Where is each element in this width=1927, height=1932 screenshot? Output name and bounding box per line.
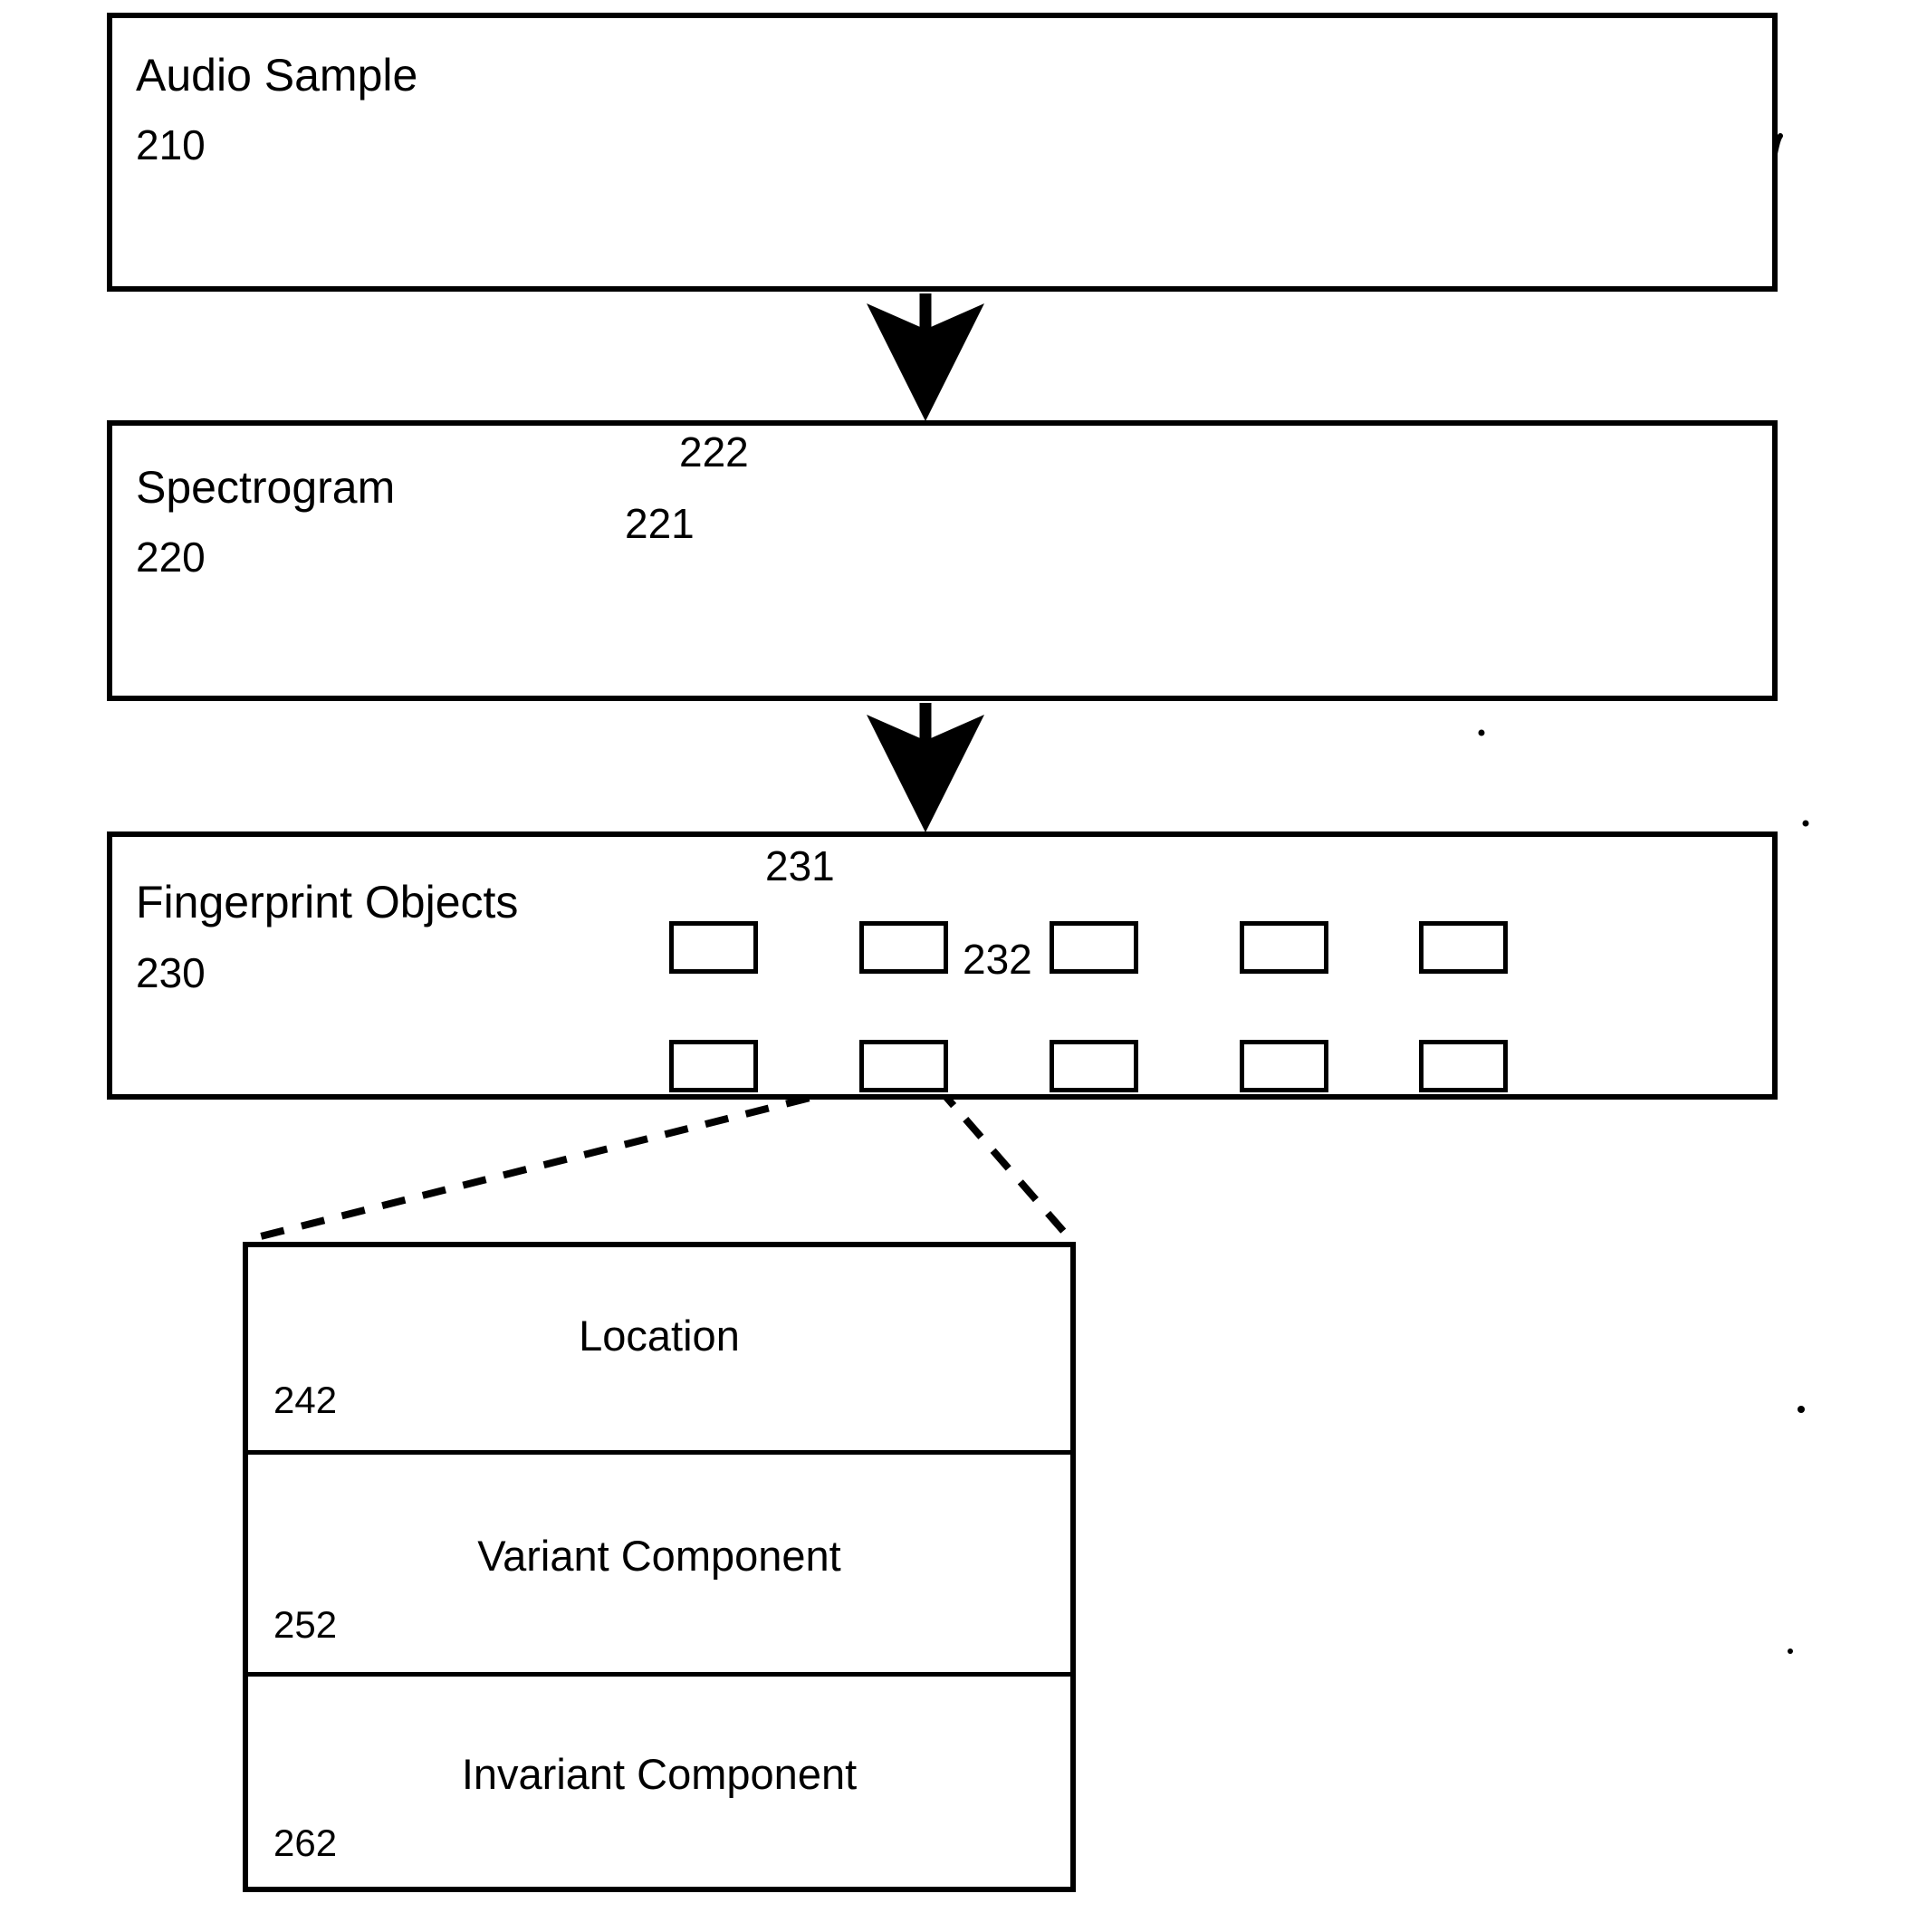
detail-title-location: Location [579, 1312, 740, 1360]
callout-label-221: 221 [625, 500, 695, 547]
scan-speckle [1802, 820, 1809, 827]
fingerprint-chip [1050, 921, 1138, 974]
fingerprint-chip [1050, 1040, 1138, 1092]
stage-title-spectrogram: Spectrogram [136, 462, 396, 513]
detail-row-location: Location 242 [248, 1247, 1070, 1455]
patent-figure: Audio Sample 210 Spectrogram 220 Fingerp… [0, 0, 1927, 1932]
detail-row-invariant-component: Invariant Component 262 [248, 1677, 1070, 1898]
fingerprint-chip-231 [859, 921, 948, 974]
detail-row-variant-component: Variant Component 252 [248, 1455, 1070, 1677]
fingerprint-chip-232 [859, 1040, 948, 1092]
expansion-leader-right [935, 1085, 1074, 1242]
fingerprint-chip [669, 921, 758, 974]
stage-box-audio-sample: Audio Sample 210 [107, 13, 1778, 292]
detail-title-variant-component: Variant Component [477, 1532, 841, 1580]
fingerprint-chip [1419, 1040, 1508, 1092]
stage-ref-fingerprint-objects: 230 [136, 949, 206, 996]
stage-title-fingerprint-objects: Fingerprint Objects [136, 877, 519, 928]
fingerprint-chip [1240, 1040, 1328, 1092]
detail-ref-invariant-component: 262 [273, 1821, 338, 1864]
detail-expansion-leaders [249, 1084, 1074, 1243]
callout-label-231: 231 [765, 842, 835, 889]
detail-ref-location: 242 [273, 1379, 338, 1421]
fingerprint-chip [669, 1040, 758, 1092]
scan-speckle [1478, 729, 1485, 736]
stage-ref-audio-sample: 210 [136, 121, 206, 168]
fingerprint-chip [1240, 921, 1328, 974]
fingerprint-object-detail-box: Location 242 Variant Component 252 Invar… [243, 1242, 1076, 1892]
detail-title-invariant-component: Invariant Component [461, 1750, 858, 1798]
stage-box-fingerprint-objects: Fingerprint Objects 230 [107, 831, 1778, 1100]
stage-ref-spectrogram: 220 [136, 533, 206, 581]
fingerprint-chip [1419, 921, 1508, 974]
scan-speckle [1798, 1406, 1805, 1413]
stage-title-audio-sample: Audio Sample [136, 50, 418, 101]
stage-box-spectrogram: Spectrogram 220 [107, 420, 1778, 701]
callout-label-222: 222 [679, 428, 749, 476]
callout-label-232: 232 [963, 936, 1032, 983]
scan-speckle [1788, 1648, 1793, 1654]
detail-ref-variant-component: 252 [273, 1603, 338, 1646]
expansion-leader-left [249, 1084, 850, 1243]
